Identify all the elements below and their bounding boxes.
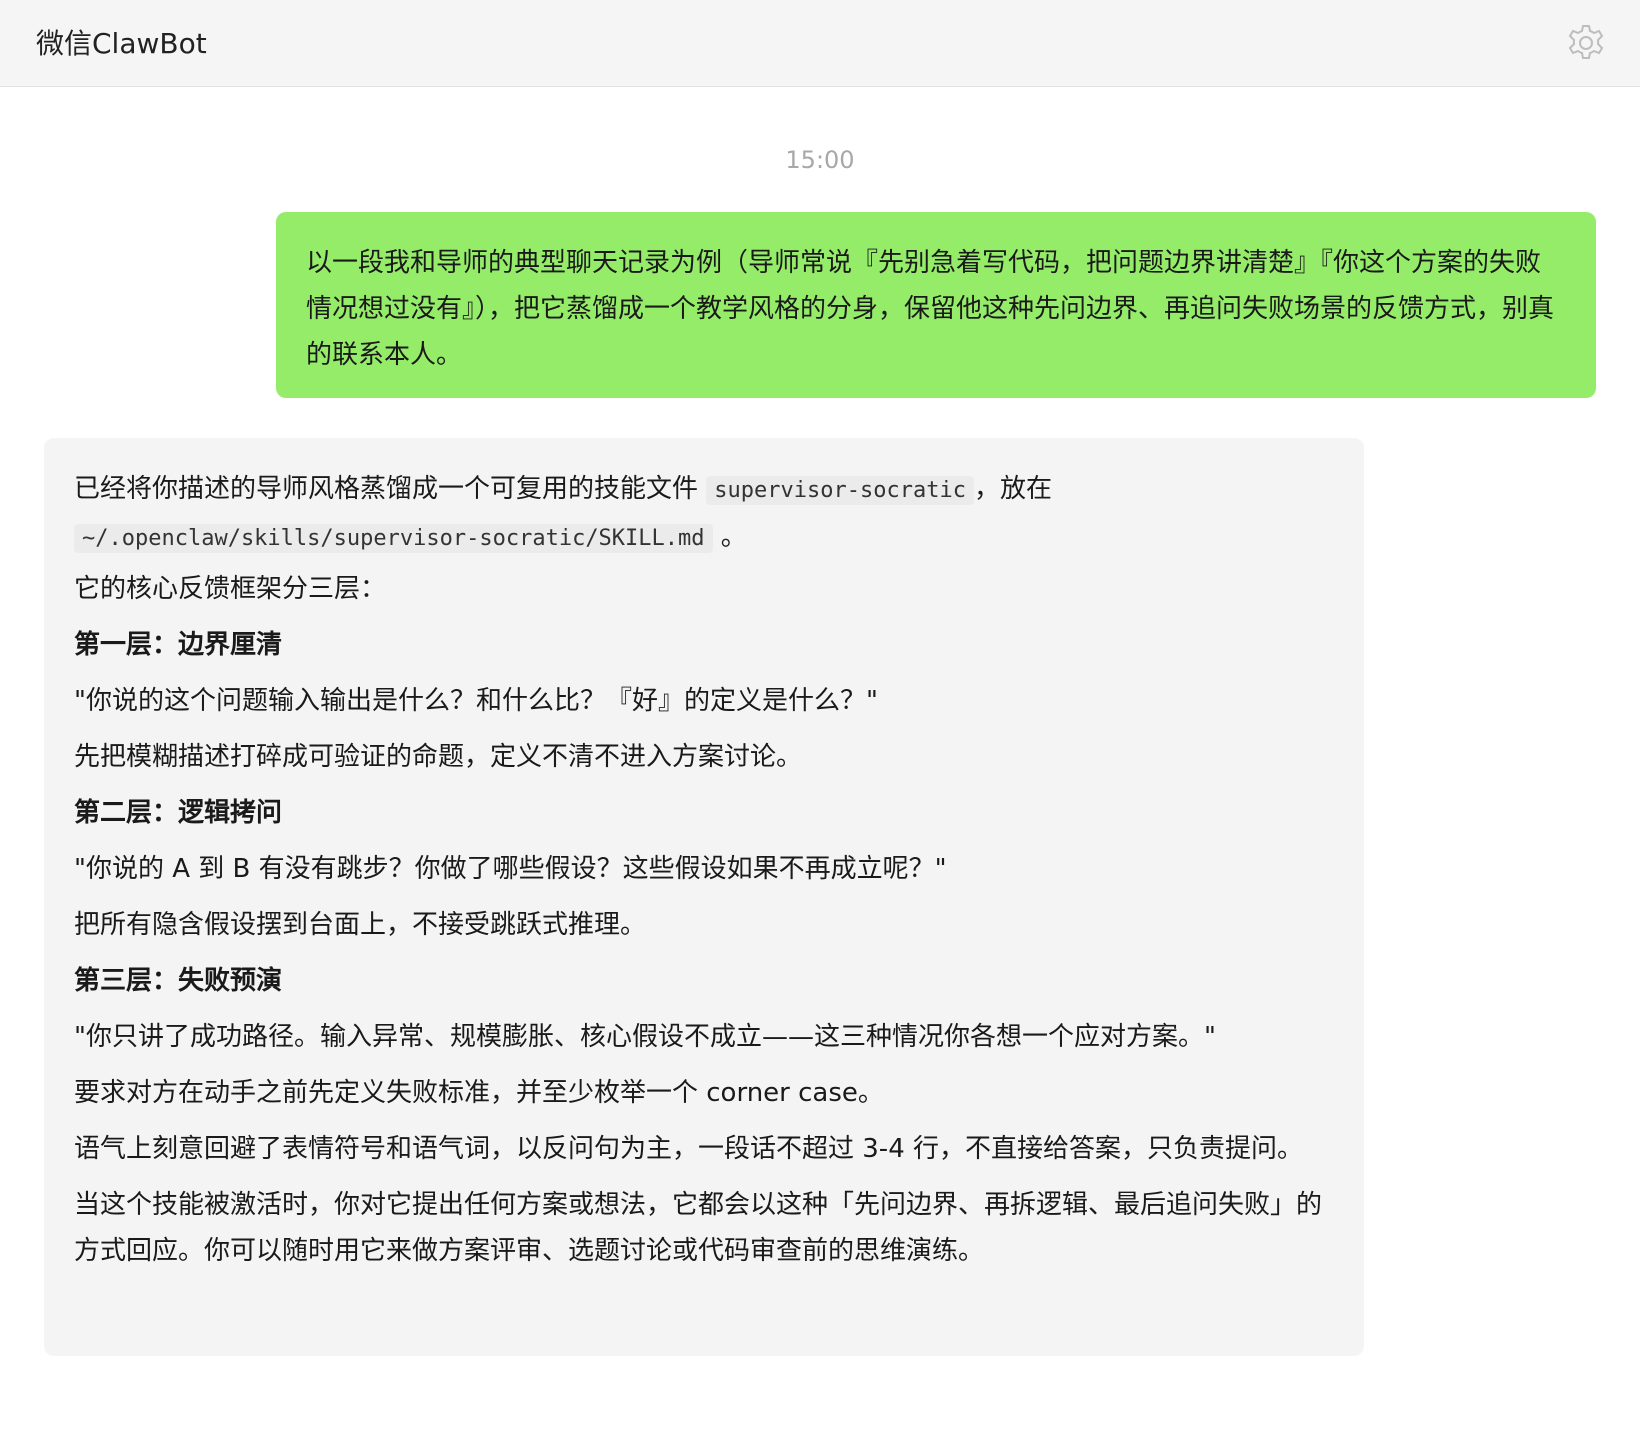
layer2-quote: "你说的 A 到 B 有没有跳步？你做了哪些假设？这些假设如果不再成立呢？" — [74, 854, 947, 884]
framework-intro: 它的核心反馈框架分三层： — [74, 574, 387, 604]
settings-button[interactable] — [1565, 22, 1607, 64]
layer1-title: 第一层：边界厘清 — [74, 630, 283, 660]
user-message-text: 以一段我和导师的典型聊天记录为例（导师常说『先别急着写代码，把问题边界讲清楚』『… — [306, 248, 1555, 370]
layer2-desc: 把所有隐含假设摆到台面上，不接受跳跃式推理。 — [74, 910, 647, 940]
bot-message-bubble[interactable]: 已经将你描述的导师风格蒸馏成一个可复用的技能文件 supervisor-socr… — [44, 438, 1364, 1356]
layer1-desc: 先把模糊描述打碎成可验证的命题，定义不清不进入方案讨论。 — [74, 742, 803, 772]
message-timestamp: 15:00 — [785, 146, 855, 174]
bot-intro-end: 。 — [720, 522, 747, 552]
bot-intro-text: 已经将你描述的导师风格蒸馏成一个可复用的技能文件 — [74, 474, 699, 504]
bot-intro: 已经将你描述的导师风格蒸馏成一个可复用的技能文件 supervisor-socr… — [74, 466, 1334, 562]
skill-name-code: supervisor-socratic — [706, 476, 974, 505]
layer2-title: 第二层：逻辑拷问 — [74, 798, 283, 828]
layer3-desc: 要求对方在动手之前先定义失败标准，并至少枚举一个 corner case。 — [74, 1078, 884, 1108]
user-message-bubble[interactable]: 以一段我和导师的典型聊天记录为例（导师常说『先别急着写代码，把问题边界讲清楚』『… — [276, 212, 1596, 398]
window-title: 微信ClawBot — [36, 27, 207, 60]
tone-note: 语气上刻意回避了表情符号和语气词，以反问句为主，一段话不超过 3-4 行，不直接… — [74, 1134, 1303, 1164]
gear-icon — [1568, 25, 1604, 59]
skill-path-code: ~/.openclaw/skills/supervisor-socratic/S… — [74, 524, 713, 553]
title-bar: 微信ClawBot — [0, 0, 1640, 87]
usage-note: 当这个技能被激活时，你对它提出任何方案或想法，它都会以这种「先问边界、再拆逻辑、… — [74, 1190, 1323, 1266]
layer1-quote: "你说的这个问题输入输出是什么？和什么比？『好』的定义是什么？" — [74, 686, 878, 716]
layer3-quote: "你只讲了成功路径。输入异常、规模膨胀、核心假设不成立——这三种情况你各想一个应… — [74, 1022, 1216, 1052]
layer3-title: 第三层：失败预演 — [74, 966, 283, 996]
bot-intro-mid: ，放在 — [973, 474, 1052, 504]
